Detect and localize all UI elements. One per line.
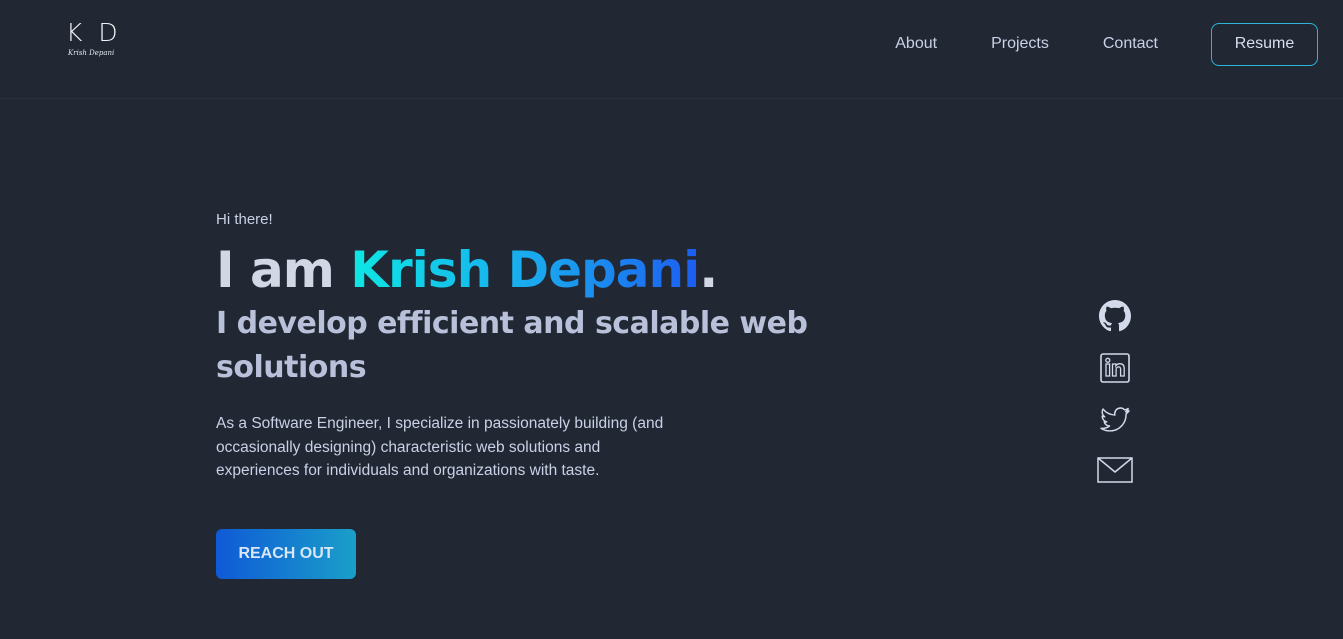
nav-link-contact[interactable]: Contact <box>1103 35 1158 53</box>
logo-mark: K D <box>66 18 122 47</box>
reach-out-button[interactable]: REACH OUT <box>216 528 356 579</box>
logo-subtitle: Krish Depani <box>68 49 115 57</box>
github-link[interactable] <box>1096 300 1134 336</box>
twitter-icon <box>1100 407 1130 432</box>
social-links <box>1096 300 1134 508</box>
github-icon <box>1099 300 1131 332</box>
resume-button[interactable]: Resume <box>1211 22 1318 66</box>
headline-prefix: I am <box>216 241 351 299</box>
hero-section: Hi there! I am Krish Depani. I develop e… <box>216 205 856 579</box>
logo[interactable]: K D Krish Depani <box>66 18 126 58</box>
headline-suffix: . <box>699 241 718 299</box>
nav-link-about[interactable]: About <box>895 35 937 53</box>
page-title: I am Krish Depani. <box>216 242 856 298</box>
greeting: Hi there! <box>216 211 273 228</box>
hero-name: Krish Depani <box>350 241 700 299</box>
mail-icon <box>1097 457 1133 483</box>
nav-link-projects[interactable]: Projects <box>991 35 1049 53</box>
twitter-link[interactable] <box>1096 404 1134 440</box>
main-nav: About Projects Contact Resume <box>895 22 1318 66</box>
email-link[interactable] <box>1096 456 1134 492</box>
site-header: K D Krish Depani About Projects Contact … <box>0 0 1343 99</box>
linkedin-link[interactable] <box>1096 352 1134 388</box>
tagline: I develop efficient and scalable web sol… <box>216 306 808 385</box>
bio-text: As a Software Engineer, I specialize in … <box>216 415 664 479</box>
linkedin-icon <box>1100 353 1130 383</box>
